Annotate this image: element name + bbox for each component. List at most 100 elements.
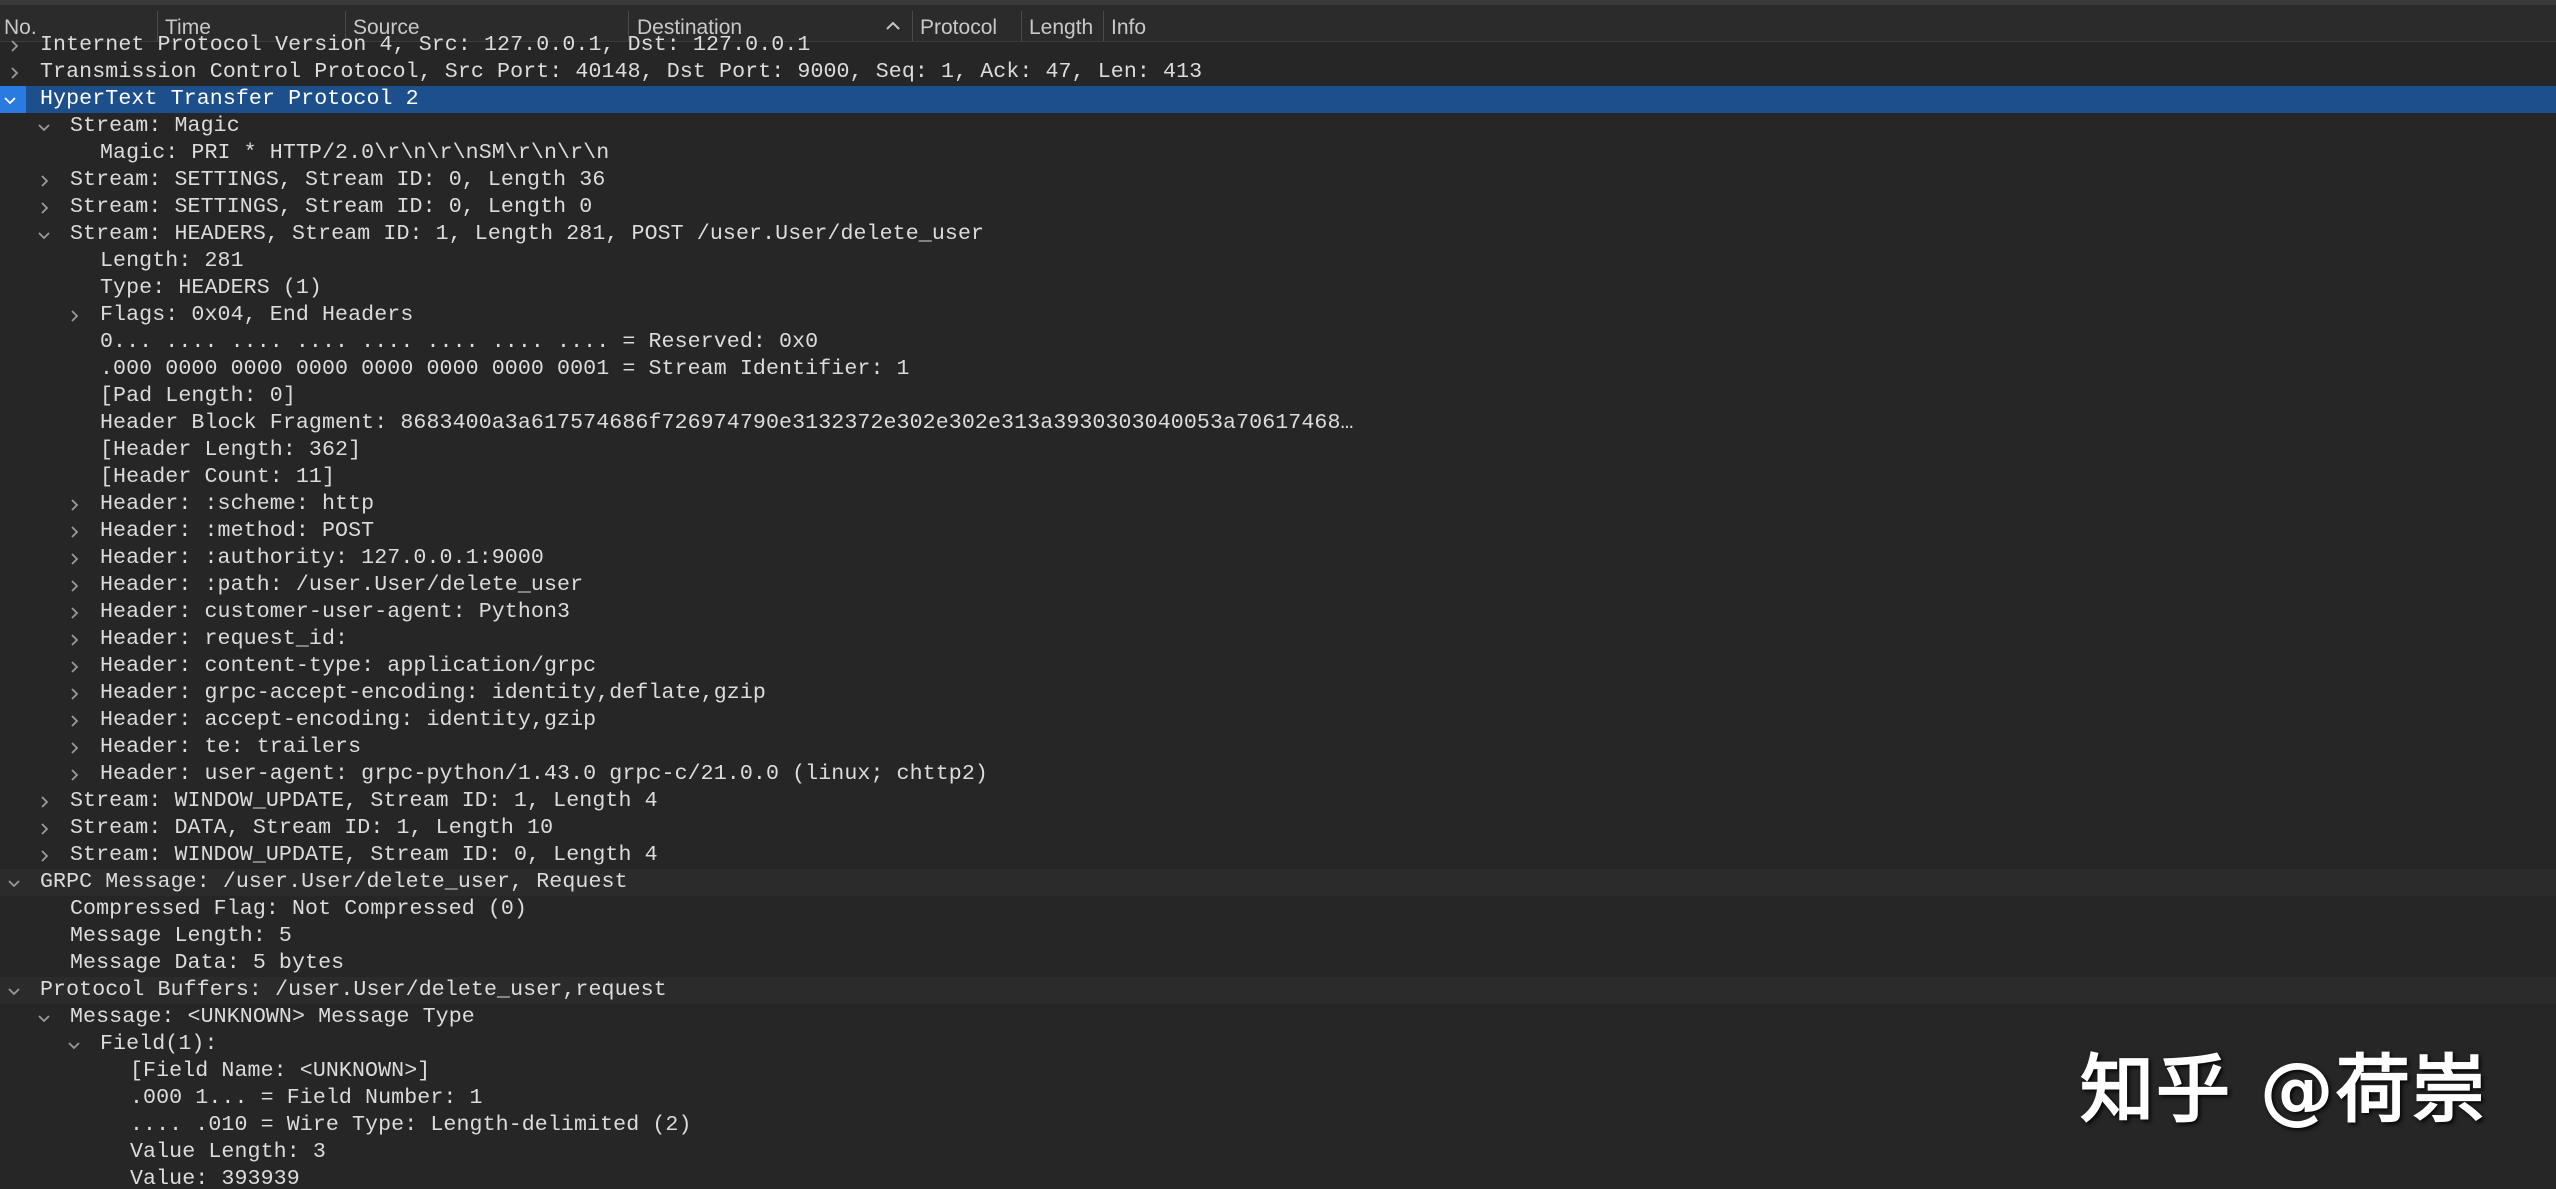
chevron-right-icon[interactable] xyxy=(64,599,84,626)
tree-row[interactable]: Stream: HEADERS, Stream ID: 1, Length 28… xyxy=(0,221,2556,248)
tree-row-label: 0... .... .... .... .... .... .... .... … xyxy=(100,330,819,354)
tree-row[interactable]: Magic: PRI * HTTP/2.0\r\n\r\nSM\r\n\r\n xyxy=(0,140,2556,167)
tree-row[interactable]: Value Length: 3 xyxy=(0,1139,2556,1166)
tree-row[interactable]: Flags: 0x04, End Headers xyxy=(0,302,2556,329)
tree-row-label: Message: <UNKNOWN> Message Type xyxy=(70,1005,475,1029)
chevron-right-icon[interactable] xyxy=(64,761,84,788)
tree-row[interactable]: Stream: WINDOW_UPDATE, Stream ID: 1, Len… xyxy=(0,788,2556,815)
chevron-right-icon[interactable] xyxy=(64,302,84,329)
tree-row-label: Header: grpc-accept-encoding: identity,d… xyxy=(100,681,766,705)
tree-row[interactable]: Header: grpc-accept-encoding: identity,d… xyxy=(0,680,2556,707)
packet-details-tree[interactable]: Internet Protocol Version 4, Src: 127.0.… xyxy=(0,32,2556,1189)
tree-row-label: Type: HEADERS (1) xyxy=(100,276,322,300)
tree-row-label: Stream: WINDOW_UPDATE, Stream ID: 0, Len… xyxy=(70,843,658,867)
tree-row[interactable]: Header: te: trailers xyxy=(0,734,2556,761)
tree-row[interactable]: Compressed Flag: Not Compressed (0) xyxy=(0,896,2556,923)
tree-row[interactable]: Header: user-agent: grpc-python/1.43.0 g… xyxy=(0,761,2556,788)
tree-row[interactable]: Header: :method: POST xyxy=(0,518,2556,545)
tree-row[interactable]: Stream: SETTINGS, Stream ID: 0, Length 0 xyxy=(0,194,2556,221)
tree-row[interactable]: Header: :scheme: http xyxy=(0,491,2556,518)
tree-row[interactable]: Stream: WINDOW_UPDATE, Stream ID: 0, Len… xyxy=(0,842,2556,869)
tree-row[interactable]: GRPC Message: /user.User/delete_user, Re… xyxy=(0,869,2556,896)
tree-row-label: [Header Count: 11] xyxy=(100,465,336,489)
tree-row-label: Stream: Magic xyxy=(70,114,240,138)
chevron-right-icon[interactable] xyxy=(64,653,84,680)
tree-row-label: Header: content-type: application/grpc xyxy=(100,654,597,678)
tree-row[interactable]: .000 0000 0000 0000 0000 0000 0000 0001 … xyxy=(0,356,2556,383)
tree-row-label: Protocol Buffers: /user.User/delete_user… xyxy=(40,978,667,1002)
tree-row[interactable]: Header: request_id: xyxy=(0,626,2556,653)
chevron-right-icon[interactable] xyxy=(64,545,84,572)
tree-row[interactable]: Message Length: 5 xyxy=(0,923,2556,950)
tree-row-label: .000 1... = Field Number: 1 xyxy=(130,1086,483,1110)
tree-row[interactable]: Stream: Magic xyxy=(0,113,2556,140)
tree-row[interactable]: [Header Length: 362] xyxy=(0,437,2556,464)
tree-row[interactable]: Header: :path: /user.User/delete_user xyxy=(0,572,2556,599)
chevron-down-icon[interactable] xyxy=(34,113,54,140)
tree-row[interactable]: Header: content-type: application/grpc xyxy=(0,653,2556,680)
chevron-right-icon[interactable] xyxy=(4,59,24,86)
tree-row[interactable]: [Pad Length: 0] xyxy=(0,383,2556,410)
chevron-right-icon[interactable] xyxy=(64,707,84,734)
tree-row[interactable]: [Header Count: 11] xyxy=(0,464,2556,491)
tree-row-label: Message Length: 5 xyxy=(70,924,292,948)
tree-row[interactable]: Internet Protocol Version 4, Src: 127.0.… xyxy=(0,32,2556,59)
chevron-right-icon[interactable] xyxy=(64,734,84,761)
chevron-right-icon[interactable] xyxy=(64,518,84,545)
chevron-right-icon[interactable] xyxy=(64,626,84,653)
tree-row-label: Header: te: trailers xyxy=(100,735,362,759)
chevron-right-icon[interactable] xyxy=(4,32,24,59)
chevron-right-icon[interactable] xyxy=(64,491,84,518)
chevron-right-icon[interactable] xyxy=(34,788,54,815)
tree-row-label: Field(1): xyxy=(100,1032,218,1056)
tree-row-label: .000 0000 0000 0000 0000 0000 0000 0001 … xyxy=(100,357,910,381)
tree-row[interactable]: Transmission Control Protocol, Src Port:… xyxy=(0,59,2556,86)
tree-row-label: Compressed Flag: Not Compressed (0) xyxy=(70,897,528,921)
tree-row-label: Header: request_id: xyxy=(100,627,349,651)
tree-row[interactable]: Length: 281 xyxy=(0,248,2556,275)
tree-row-label: Message Data: 5 bytes xyxy=(70,951,345,975)
chevron-right-icon[interactable] xyxy=(34,842,54,869)
tree-row-label: Magic: PRI * HTTP/2.0\r\n\r\nSM\r\n\r\n xyxy=(100,141,610,165)
tree-row[interactable]: Header Block Fragment: 8683400a3a6175746… xyxy=(0,410,2556,437)
tree-row-label: [Pad Length: 0] xyxy=(100,384,296,408)
chevron-right-icon[interactable] xyxy=(64,572,84,599)
tree-row[interactable]: Stream: SETTINGS, Stream ID: 0, Length 3… xyxy=(0,167,2556,194)
tree-row-label: [Field Name: <UNKNOWN>] xyxy=(130,1059,431,1083)
tree-row-label: Header: :scheme: http xyxy=(100,492,375,516)
tree-row-label: Header: :path: /user.User/delete_user xyxy=(100,573,584,597)
tree-row-label: Header: user-agent: grpc-python/1.43.0 g… xyxy=(100,762,988,786)
tree-row-label: Header Block Fragment: 8683400a3a6175746… xyxy=(100,411,1354,435)
tree-row[interactable]: Stream: DATA, Stream ID: 1, Length 10 xyxy=(0,815,2556,842)
tree-row-label: Header: accept-encoding: identity,gzip xyxy=(100,708,597,732)
tree-row-label: Header: customer-user-agent: Python3 xyxy=(100,600,571,624)
tree-row[interactable]: Message: <UNKNOWN> Message Type xyxy=(0,1004,2556,1031)
tree-row-label: Stream: SETTINGS, Stream ID: 0, Length 0 xyxy=(70,195,593,219)
chevron-right-icon[interactable] xyxy=(34,167,54,194)
tree-row[interactable]: Type: HEADERS (1) xyxy=(0,275,2556,302)
chevron-down-icon[interactable] xyxy=(64,1031,84,1058)
chevron-down-icon[interactable] xyxy=(4,869,24,896)
chevron-down-icon[interactable] xyxy=(34,221,54,248)
tree-row-label: [Header Length: 362] xyxy=(100,438,362,462)
tree-row[interactable]: 0... .... .... .... .... .... .... .... … xyxy=(0,329,2556,356)
tree-row-label: Transmission Control Protocol, Src Port:… xyxy=(40,60,1203,84)
tree-row[interactable]: Header: customer-user-agent: Python3 xyxy=(0,599,2556,626)
tree-row-label: HyperText Transfer Protocol 2 xyxy=(40,87,419,111)
tree-row[interactable]: Header: accept-encoding: identity,gzip xyxy=(0,707,2556,734)
tree-row[interactable]: Message Data: 5 bytes xyxy=(0,950,2556,977)
tree-row[interactable]: Protocol Buffers: /user.User/delete_user… xyxy=(0,977,2556,1004)
tree-row[interactable]: HyperText Transfer Protocol 2 xyxy=(0,86,2556,113)
tree-row-label: Length: 281 xyxy=(100,249,244,273)
tree-row[interactable]: Header: :authority: 127.0.0.1:9000 xyxy=(0,545,2556,572)
chevron-down-icon[interactable] xyxy=(4,977,24,1004)
chevron-down-icon[interactable] xyxy=(0,86,26,113)
chevron-right-icon[interactable] xyxy=(34,815,54,842)
chevron-right-icon[interactable] xyxy=(64,680,84,707)
tree-row-label: Stream: DATA, Stream ID: 1, Length 10 xyxy=(70,816,554,840)
tree-row[interactable]: Value: 393939 xyxy=(0,1166,2556,1189)
tree-row-label: Header: :method: POST xyxy=(100,519,375,543)
chevron-right-icon[interactable] xyxy=(34,194,54,221)
tree-row-label: Internet Protocol Version 4, Src: 127.0.… xyxy=(40,33,811,57)
chevron-down-icon[interactable] xyxy=(34,1004,54,1031)
